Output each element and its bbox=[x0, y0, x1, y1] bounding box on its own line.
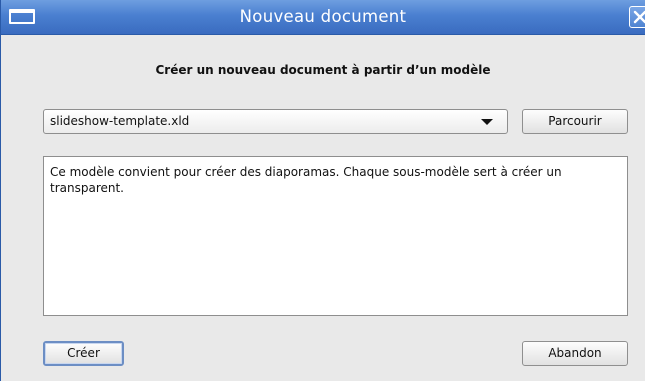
window-title: Nouveau document bbox=[239, 7, 407, 26]
title-bar[interactable]: Nouveau document bbox=[1, 0, 645, 35]
dialog-window: Nouveau document Créer un nouveau docume… bbox=[0, 0, 645, 381]
close-icon bbox=[633, 10, 645, 24]
close-button[interactable] bbox=[629, 6, 645, 28]
template-select-value: slideshow-template.xld bbox=[50, 114, 190, 128]
chevron-down-icon[interactable] bbox=[481, 119, 493, 125]
cancel-button[interactable]: Abandon bbox=[522, 341, 628, 366]
create-button[interactable]: Créer bbox=[43, 341, 124, 366]
dialog-heading: Créer un nouveau document à partir d’un … bbox=[155, 63, 491, 77]
template-description: Ce modèle convient pour créer des diapor… bbox=[43, 156, 628, 316]
browse-button[interactable]: Parcourir bbox=[522, 109, 628, 134]
template-select[interactable]: slideshow-template.xld bbox=[43, 109, 508, 134]
